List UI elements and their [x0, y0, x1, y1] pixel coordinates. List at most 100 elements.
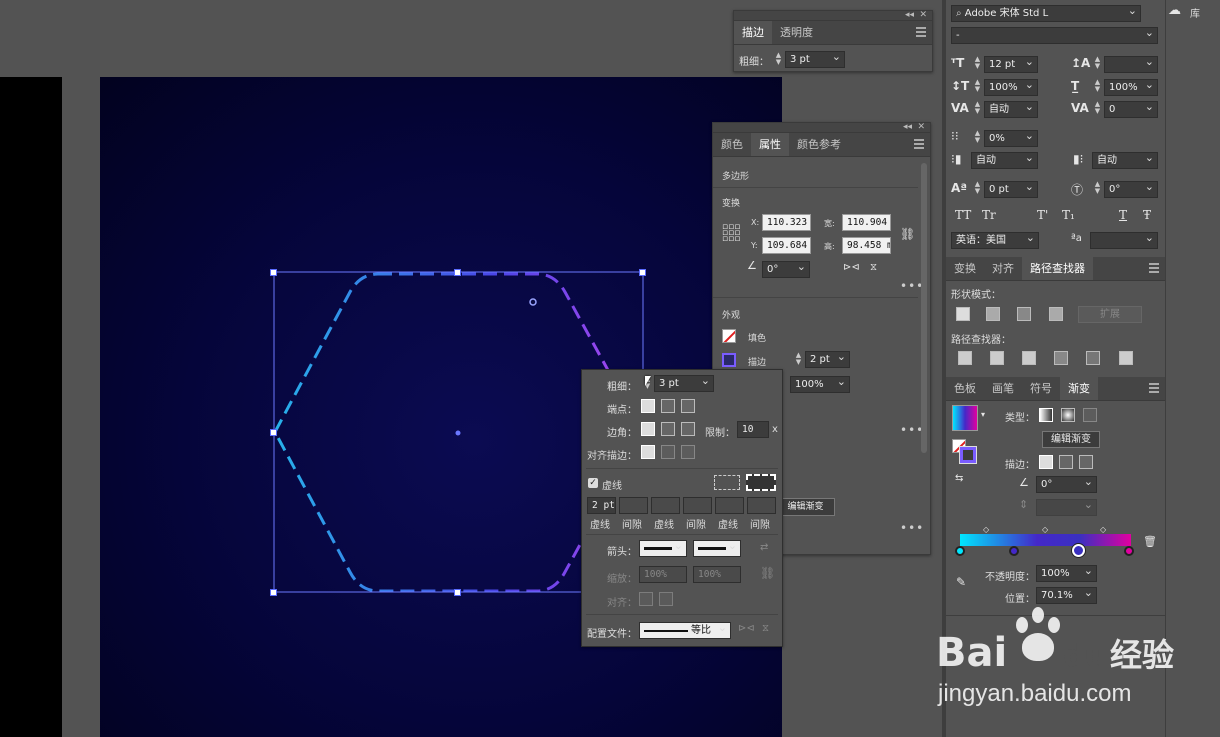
aspect-ratio-field[interactable]	[1036, 497, 1097, 516]
width-field[interactable]: 110.904	[842, 214, 891, 231]
swap-fill-stroke-icon[interactable]: ⇆	[955, 473, 963, 484]
miter-join-icon[interactable]	[641, 422, 655, 436]
tab-align[interactable]: 对齐	[984, 257, 1022, 280]
linear-gradient-icon[interactable]	[1039, 408, 1053, 422]
kerning-spinner-icon[interactable]: ▲ ▼	[973, 101, 982, 117]
size-spinner-icon[interactable]: ▲ ▼	[973, 56, 982, 72]
rotation-field[interactable]: 0°	[762, 259, 810, 278]
scale-start-field[interactable]: 100%	[639, 566, 687, 583]
edit-gradient-button-under[interactable]: 编辑渐变	[776, 498, 835, 516]
color-stop-4[interactable]	[1124, 546, 1134, 556]
stroke-within-icon[interactable]	[1039, 455, 1053, 469]
gradient-slider-bar[interactable]	[960, 534, 1131, 546]
flip-profile-v-icon[interactable]: ⧖	[762, 623, 769, 634]
stroke-spinner-icon[interactable]: ▲ ▼	[794, 352, 803, 368]
baseline-spinner-icon[interactable]: ▲ ▼	[973, 181, 982, 197]
expand-button[interactable]: 扩展	[1078, 306, 1142, 323]
dash-1[interactable]: 2 pt	[587, 497, 616, 514]
vscale-spinner-icon[interactable]: ▲ ▼	[973, 79, 982, 95]
superscript-icon[interactable]: T'	[1037, 208, 1048, 222]
tab-properties[interactable]: 属性	[751, 133, 789, 156]
round-cap-icon[interactable]	[661, 399, 675, 413]
kerning-field[interactable]: 自动	[984, 99, 1038, 118]
arrow-extend-icon[interactable]	[639, 592, 653, 606]
radial-gradient-icon[interactable]	[1061, 408, 1075, 422]
swap-arrows-icon[interactable]: ⇄	[760, 542, 768, 553]
intersect-icon[interactable]	[1017, 307, 1031, 321]
tab-brushes[interactable]: 画笔	[984, 377, 1022, 400]
scale-end-field[interactable]: 100%	[693, 566, 741, 583]
antialias-select[interactable]	[1090, 230, 1158, 249]
profile-select[interactable]: 等比	[639, 620, 731, 639]
link-proportions-icon[interactable]: ⛓	[900, 227, 915, 241]
tracking-spinner-icon[interactable]: ▲ ▼	[1093, 101, 1102, 117]
handle-tl[interactable]	[270, 269, 277, 276]
midpoint-diamond-3-icon[interactable]: ◇	[1100, 525, 1106, 534]
font-style-select[interactable]: -	[951, 25, 1158, 44]
link-scale-icon[interactable]: ⛓	[760, 566, 775, 580]
reference-point-icon[interactable]: ▫▫▫ ▫▫▫ ▫▫▫	[722, 223, 740, 244]
popup-weight-field[interactable]: 3 pt	[654, 373, 714, 392]
miter-limit-field[interactable]: 10	[737, 421, 769, 438]
tsume-field[interactable]: 0%	[984, 128, 1038, 147]
handle-tr[interactable]	[639, 269, 646, 276]
start-arrow-select[interactable]	[639, 538, 687, 557]
minus-back-icon[interactable]	[1119, 351, 1133, 365]
minus-front-icon[interactable]	[986, 307, 1000, 321]
freeform-gradient-icon[interactable]	[1083, 408, 1097, 422]
stroke-weight-select[interactable]: 2 pt	[805, 349, 850, 368]
bevel-join-icon[interactable]	[681, 422, 695, 436]
color-stop-1[interactable]	[955, 546, 965, 556]
tab-stroke[interactable]: 描边	[734, 21, 772, 44]
unite-icon[interactable]	[956, 307, 970, 321]
gradient-menu-icon[interactable]	[1149, 383, 1159, 393]
library-icon[interactable]: ☁	[1168, 3, 1181, 18]
underline-icon[interactable]: T	[1119, 208, 1127, 222]
tab-symbols[interactable]: 符号	[1022, 377, 1060, 400]
leading-spinner-icon[interactable]: ▲ ▼	[1093, 56, 1102, 72]
gap-1[interactable]	[619, 497, 648, 514]
tab-gradient[interactable]: 渐变	[1060, 377, 1098, 400]
crop-icon[interactable]	[1054, 351, 1068, 365]
stroke-along-icon[interactable]	[1059, 455, 1073, 469]
gradient-location-field[interactable]: 70.1%	[1036, 585, 1097, 604]
projecting-cap-icon[interactable]	[681, 399, 695, 413]
tracking-field[interactable]: 0	[1104, 99, 1158, 118]
font-family-select[interactable]: ⌕ Adobe 宋体 Std L	[951, 3, 1141, 22]
round-join-icon[interactable]	[661, 422, 675, 436]
rotation-spinner-icon[interactable]: ▲ ▼	[1093, 181, 1102, 197]
trim-icon[interactable]	[990, 351, 1004, 365]
stroke-across-icon[interactable]	[1079, 455, 1093, 469]
horizontal-scale-field[interactable]: 100%	[1104, 77, 1158, 96]
language-select[interactable]: 英语：美国	[951, 230, 1039, 249]
tsume-spinner-icon[interactable]: ▲ ▼	[973, 130, 982, 146]
gradient-thumbnail-menu-icon[interactable]: ▾	[981, 410, 985, 419]
tab-swatches[interactable]: 色板	[946, 377, 984, 400]
gap-3[interactable]	[747, 497, 776, 514]
dashed-checkbox[interactable]: ✓	[588, 478, 598, 488]
merge-icon[interactable]	[1022, 351, 1036, 365]
preserve-dashes-icon[interactable]	[714, 475, 740, 490]
gradient-angle-field[interactable]: 0°	[1036, 474, 1097, 493]
tab-transform[interactable]: 变换	[946, 257, 984, 280]
dash-2[interactable]	[651, 497, 680, 514]
gradient-opacity-field[interactable]: 100%	[1036, 563, 1097, 582]
tab-transparency[interactable]: 透明度	[772, 21, 821, 44]
tab-color-guide[interactable]: 颜色参考	[789, 133, 849, 156]
exclude-icon[interactable]	[1049, 307, 1063, 321]
weight-spinner-icon[interactable]: ▲ ▼	[774, 52, 783, 68]
flip-horizontal-icon[interactable]: ⊳⊲	[843, 262, 860, 273]
panel-menu-icon[interactable]	[916, 27, 926, 37]
align-inside-icon[interactable]	[661, 445, 675, 459]
eyedropper-icon[interactable]: ✎	[956, 575, 966, 589]
butt-cap-icon[interactable]	[641, 399, 655, 413]
color-stop-3-selected[interactable]	[1072, 544, 1085, 557]
midpoint-diamond-1-icon[interactable]: ◇	[983, 525, 989, 534]
handle-ml[interactable]	[270, 429, 277, 436]
panel-scrollbar[interactable]	[921, 163, 927, 453]
panel-menu-icon[interactable]	[914, 139, 924, 149]
handle-bm[interactable]	[454, 589, 461, 596]
align-center-icon[interactable]	[641, 445, 655, 459]
char-rotation-field[interactable]: 0°	[1104, 179, 1158, 198]
handle-tm[interactable]	[454, 269, 461, 276]
